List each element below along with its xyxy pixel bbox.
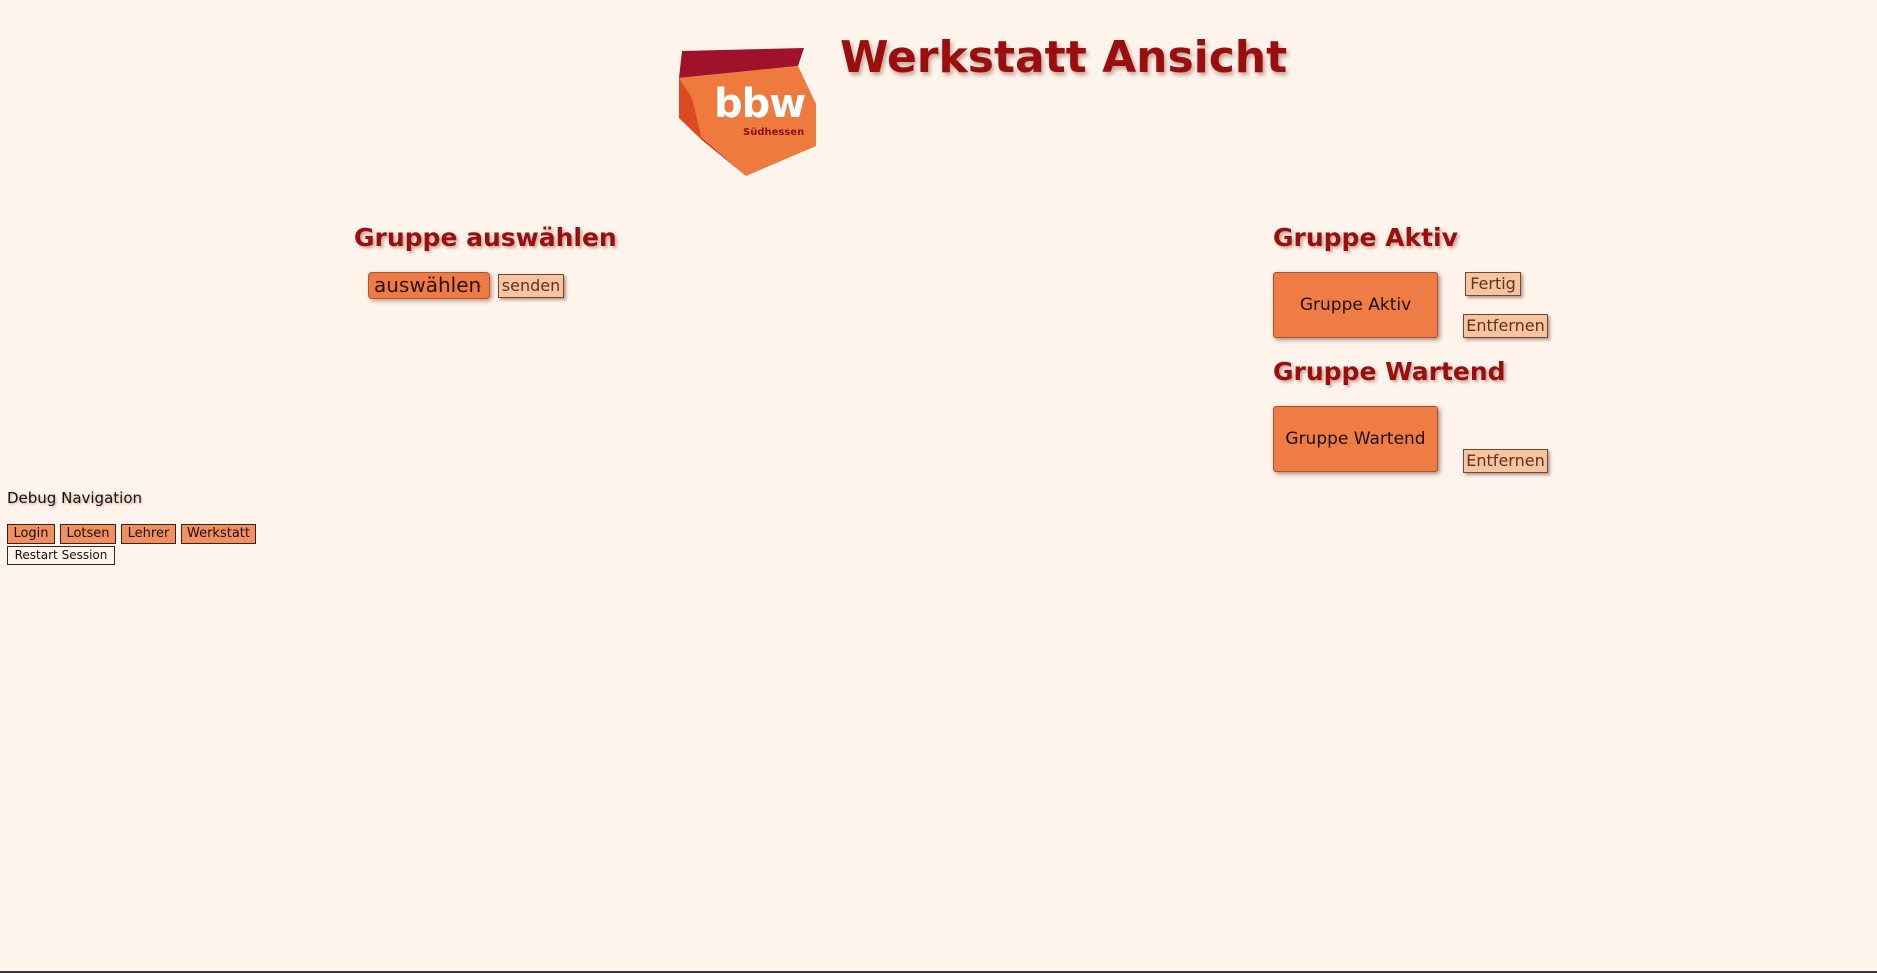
page-title: Werkstatt Ansicht	[840, 32, 1288, 83]
debug-navigation-label: Debug Navigation	[7, 489, 142, 507]
restart-session-button[interactable]: Restart Session	[7, 546, 115, 565]
done-button[interactable]: Fertig	[1465, 272, 1521, 296]
waiting-group-heading: Gruppe Wartend	[1273, 357, 1506, 386]
remove-waiting-button[interactable]: Entfernen	[1463, 449, 1548, 473]
group-select-value: auswählen	[374, 273, 482, 297]
nav-werkstatt-button[interactable]: Werkstatt	[181, 524, 256, 544]
active-group-button[interactable]: Gruppe Aktiv	[1273, 272, 1438, 338]
nav-login-button[interactable]: Login	[7, 524, 55, 544]
send-button[interactable]: senden	[498, 274, 564, 298]
waiting-group-button[interactable]: Gruppe Wartend	[1273, 406, 1438, 472]
bbw-logo: bbw Südhessen	[674, 46, 819, 178]
logo-subtext: Südhessen	[743, 127, 805, 138]
active-group-heading: Gruppe Aktiv	[1273, 223, 1458, 252]
nav-lehrer-button[interactable]: Lehrer	[121, 524, 176, 544]
select-group-heading: Gruppe auswählen	[354, 223, 617, 252]
logo-text: bbw	[714, 81, 806, 127]
chevron-down-icon: ⌄	[474, 280, 483, 291]
nav-lotsen-button[interactable]: Lotsen	[60, 524, 116, 544]
remove-active-button[interactable]: Entfernen	[1463, 314, 1548, 338]
group-select[interactable]: auswählen ⌄	[368, 272, 490, 299]
